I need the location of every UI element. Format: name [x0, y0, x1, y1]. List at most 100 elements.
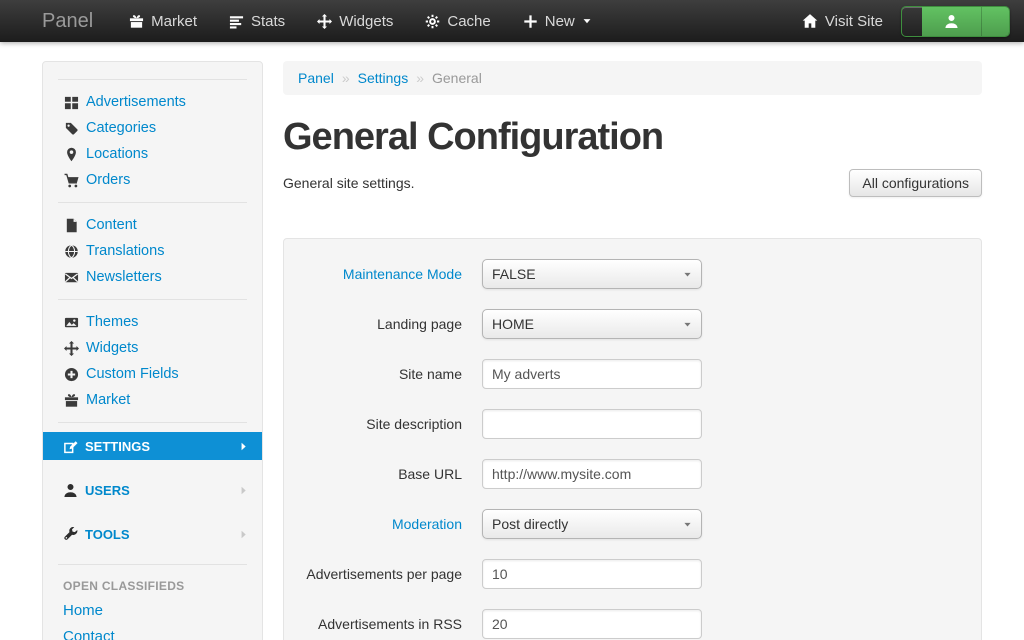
topbar-item-cache[interactable]: Cache: [409, 0, 506, 42]
form-row: Site description: [284, 409, 981, 439]
sidebar-section-label: USERS: [85, 483, 130, 498]
sidebar-item-label: Categories: [86, 120, 156, 136]
brand[interactable]: Panel: [42, 10, 93, 33]
form-row: Advertisements in RSS: [284, 609, 981, 639]
sidebar-footer-link-home[interactable]: Home: [43, 597, 262, 623]
topbar-nav: Market Stats WidgetsCacheNew: [113, 0, 608, 42]
subtitle-row: General site settings. All configuration…: [283, 168, 982, 198]
topbar-item-widgets[interactable]: Widgets: [301, 0, 409, 42]
select-value: FALSE: [492, 266, 536, 282]
field-input-advertisements-in-rss[interactable]: [482, 609, 702, 639]
page-subtitle: General site settings.: [283, 175, 415, 191]
sidebar-divider: [58, 299, 247, 300]
sidebar-item-content[interactable]: Content: [43, 212, 262, 238]
field-label-advertisements-per-page: Advertisements per page: [284, 566, 462, 582]
wrench-icon: [62, 527, 79, 542]
field-input-advertisements-per-page[interactable]: [482, 559, 702, 589]
move-icon: [317, 14, 332, 29]
breadcrumb-item-panel[interactable]: Panel: [298, 70, 334, 86]
field-input-site-description[interactable]: [482, 409, 702, 439]
settings-form: Maintenance Mode FALSE Landing pageHOME Sit…: [283, 238, 982, 640]
sidebar-item-translations[interactable]: Translations: [43, 238, 262, 264]
user-button[interactable]: [922, 7, 981, 36]
form-row: Landing pageHOME: [284, 309, 981, 339]
field-select-landing-page[interactable]: HOME: [482, 309, 702, 339]
caret-down-icon: [683, 270, 692, 279]
sidebar-divider: [58, 79, 247, 80]
user-icon: [944, 14, 959, 29]
sidebar-divider: [58, 422, 247, 423]
page-title: General Configuration: [283, 116, 982, 159]
gear-icon: [425, 14, 440, 29]
sidebar-item-label: Content: [86, 217, 137, 233]
field-label-site-name: Site name: [284, 366, 462, 382]
topbar-item-label: Market: [151, 13, 197, 30]
sidebar-item-label: Newsletters: [86, 269, 162, 285]
topbar: Panel Market Stats WidgetsCacheNew Visit S…: [0, 0, 1024, 42]
sidebar-item-themes[interactable]: Themes: [43, 309, 262, 335]
sidebar-footer-link-contact[interactable]: Contact: [43, 623, 262, 640]
sidebar-item-label: Custom Fields: [86, 366, 179, 382]
move-icon: [63, 341, 79, 356]
field-label-maintenance-mode[interactable]: Maintenance Mode: [284, 266, 462, 282]
sidebar-section-settings[interactable]: SETTINGS: [43, 432, 262, 460]
cart-icon: [63, 173, 79, 188]
chevron-right-icon: [235, 485, 252, 496]
topbar-right: Visit Site: [802, 6, 1010, 37]
topbar-item-stats[interactable]: Stats: [213, 0, 301, 42]
all-configurations-button[interactable]: All configurations: [849, 169, 982, 197]
visit-site-link[interactable]: Visit Site: [802, 13, 883, 30]
sidebar-item-custom-fields[interactable]: Custom Fields: [43, 361, 262, 387]
visit-site-label: Visit Site: [825, 13, 883, 30]
sidebar-item-widgets[interactable]: Widgets: [43, 335, 262, 361]
user-split-button: [901, 6, 1010, 37]
sidebar-item-categories[interactable]: Categories: [43, 115, 262, 141]
sidebar-item-locations[interactable]: Locations: [43, 141, 262, 167]
sidebar-footer-heading: OPEN CLASSIFIEDS: [43, 571, 262, 597]
sidebar-item-orders[interactable]: Orders: [43, 167, 262, 193]
form-row: Base URL: [284, 459, 981, 489]
form-row: Advertisements per page: [284, 559, 981, 589]
form-row: Maintenance Mode FALSE: [284, 259, 981, 289]
sidebar-item-label: Locations: [86, 146, 148, 162]
file-icon: [63, 218, 79, 233]
user-dropdown-toggle[interactable]: [981, 7, 1009, 36]
field-label-moderation[interactable]: Moderation: [284, 516, 462, 532]
topbar-item-label: Stats: [251, 13, 285, 30]
caret-down-icon: [582, 16, 592, 26]
field-input-base-url[interactable]: [482, 459, 702, 489]
page-container: Advertisements Categories Locations Orders C…: [42, 42, 982, 640]
field-select-moderation[interactable]: Post directly: [482, 509, 702, 539]
field-label-advertisements-in-rss: Advertisements in RSS: [284, 616, 462, 632]
form-row: Site name: [284, 359, 981, 389]
topbar-item-market[interactable]: Market: [113, 0, 213, 42]
field-label-base-url: Base URL: [284, 466, 462, 482]
sidebar-divider: [58, 564, 247, 565]
breadcrumb-item-general: General: [432, 70, 482, 86]
breadcrumb: Panel»Settings»General: [283, 61, 982, 95]
sidebar-section-users[interactable]: USERS: [43, 476, 262, 504]
plus-icon: [523, 14, 538, 29]
field-input-site-name[interactable]: [482, 359, 702, 389]
breadcrumb-separator: »: [408, 70, 432, 86]
form-row: Moderation Post directly: [284, 509, 981, 539]
sidebar-item-market[interactable]: Market: [43, 387, 262, 413]
field-label-site-description: Site description: [284, 416, 462, 432]
plus-circle-icon: [63, 367, 79, 382]
sidebar-item-label: Market: [86, 392, 130, 408]
stats-icon: [229, 14, 244, 29]
chevron-right-icon: [235, 441, 252, 452]
sidebar-item-newsletters[interactable]: Newsletters: [43, 264, 262, 290]
sidebar-item-label: Themes: [86, 314, 138, 330]
topbar-item-new[interactable]: New: [507, 0, 608, 42]
picture-icon: [63, 315, 79, 330]
sidebar-section-tools[interactable]: TOOLS: [43, 520, 262, 548]
sidebar-section-label: SETTINGS: [85, 439, 150, 454]
chevron-right-icon: [235, 529, 252, 540]
sidebar-item-advertisements[interactable]: Advertisements: [43, 89, 262, 115]
edit-icon: [62, 439, 79, 454]
sidebar-divider: [58, 202, 247, 203]
breadcrumb-item-settings[interactable]: Settings: [358, 70, 409, 86]
sidebar-item-label: Widgets: [86, 340, 138, 356]
field-select-maintenance-mode[interactable]: FALSE: [482, 259, 702, 289]
